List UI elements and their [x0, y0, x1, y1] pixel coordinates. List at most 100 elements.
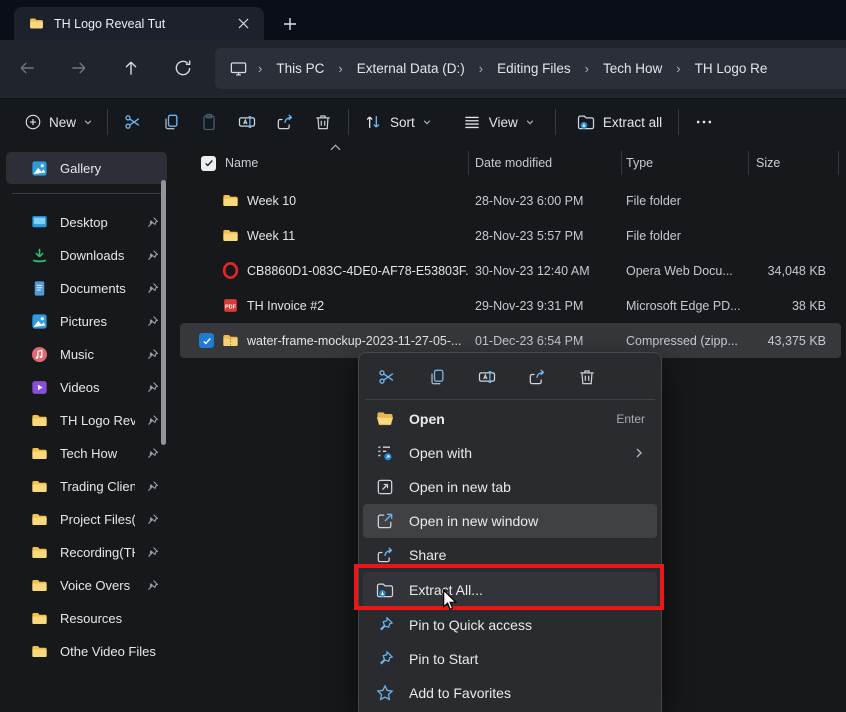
refresh-button[interactable] [168, 53, 198, 83]
file-type: Microsoft Edge PD... [621, 299, 748, 313]
menu-item-extract-all[interactable]: Extract All... [363, 572, 657, 608]
column-header-date[interactable]: Date modified [468, 156, 621, 170]
column-header-type[interactable]: Type [621, 156, 748, 170]
new-tab-button[interactable] [278, 12, 302, 36]
up-button[interactable] [116, 53, 146, 83]
sidebar-item-voice-overs[interactable]: Voice Overs [6, 569, 167, 601]
menu-item-open-in-new-tab[interactable]: Open in new tab [363, 470, 657, 504]
sidebar-item-recording[interactable]: Recording(TH) [6, 536, 167, 568]
pin-icon [146, 348, 159, 361]
sidebar-item-documents[interactable]: Documents [6, 272, 167, 304]
copy-icon[interactable] [152, 106, 190, 138]
command-toolbar: New Sort View Extract all [0, 99, 846, 146]
sidebar-item-music[interactable]: Music [6, 338, 167, 370]
row-checkbox-checked[interactable] [199, 333, 214, 348]
folder-icon [30, 510, 49, 529]
copy-icon[interactable] [423, 365, 451, 389]
navigation-bar: This PC External Data (D:) Editing Files… [0, 40, 846, 99]
sidebar-item-downloads[interactable]: Downloads [6, 239, 167, 271]
breadcrumb-separator [577, 61, 597, 76]
file-type: File folder [621, 229, 748, 243]
breadcrumb-editing-files[interactable]: Editing Files [491, 57, 577, 80]
sidebar-scrollbar[interactable] [161, 180, 166, 445]
breadcrumb-this-pc[interactable]: This PC [270, 57, 330, 80]
breadcrumb-external-data[interactable]: External Data (D:) [351, 57, 471, 80]
forward-button[interactable] [64, 53, 94, 83]
breadcrumb-tech-how[interactable]: Tech How [597, 57, 668, 80]
sidebar-item-resources[interactable]: Resources [6, 602, 167, 634]
menu-item-add-to-favorites[interactable]: Add to Favorites [363, 676, 657, 710]
menu-item-label: Pin to Quick access [409, 617, 645, 633]
sidebar-item-label: Music [60, 347, 135, 362]
breadcrumb-separator [668, 61, 688, 76]
file-row-opera-document[interactable]: CB8860D1-083C-4DE0-AF78-E53803F... 30-No… [175, 253, 846, 288]
breadcrumb-separator [471, 61, 491, 76]
pin-icon [146, 381, 159, 394]
sidebar-item-label: Resources [60, 611, 159, 626]
tab-close-icon[interactable] [232, 13, 254, 35]
file-name: Week 10 [247, 194, 296, 208]
sidebar-item-trading-client[interactable]: Trading Client [6, 470, 167, 502]
gallery-icon [30, 159, 49, 178]
select-all-checkbox[interactable] [201, 156, 216, 171]
folder-icon [30, 576, 49, 595]
pin-icon [146, 447, 159, 460]
sort-ascending-icon [330, 144, 341, 151]
pin-icon [146, 480, 159, 493]
menu-item-share[interactable]: Share [363, 538, 657, 572]
file-row-week-10[interactable]: Week 10 28-Nov-23 6:00 PM File folder [175, 183, 846, 218]
share-icon [375, 545, 395, 565]
address-bar[interactable]: This PC External Data (D:) Editing Files… [215, 48, 846, 89]
sidebar-item-label: Videos [60, 380, 135, 395]
pin-icon [146, 546, 159, 559]
menu-item-pin-to-quick-access[interactable]: Pin to Quick access [363, 608, 657, 642]
share-icon[interactable] [266, 106, 304, 138]
sidebar-item-gallery[interactable]: Gallery [6, 152, 167, 184]
breadcrumb-current-folder[interactable]: TH Logo Re [689, 57, 774, 80]
sidebar-item-videos[interactable]: Videos [6, 371, 167, 403]
new-button-label: New [49, 115, 76, 130]
sidebar-item-project-files[interactable]: Project Files(TH [6, 503, 167, 535]
delete-icon[interactable] [573, 365, 601, 389]
see-more-icon[interactable] [685, 106, 723, 138]
explorer-tab[interactable]: TH Logo Reveal Tut [14, 7, 264, 40]
new-button[interactable]: New [16, 107, 101, 137]
extract-all-button[interactable]: Extract all [568, 106, 670, 138]
sidebar-item-pictures[interactable]: Pictures [6, 305, 167, 337]
share-icon[interactable] [523, 365, 551, 389]
column-header-size[interactable]: Size [748, 156, 836, 170]
rename-icon[interactable] [473, 365, 501, 389]
sidebar-item-desktop[interactable]: Desktop [6, 206, 167, 238]
sidebar-item-tech-how[interactable]: Tech How [6, 437, 167, 469]
file-row-th-invoice[interactable]: PDF TH Invoice #2 29-Nov-23 9:31 PM Micr… [175, 288, 846, 323]
menu-item-label: Open [409, 411, 602, 427]
menu-item-open-in-new-window[interactable]: Open in new window [363, 504, 657, 538]
view-button[interactable]: View [454, 106, 543, 138]
cut-icon[interactable] [373, 365, 401, 389]
menu-item-open-with[interactable]: Open with [363, 436, 657, 470]
file-row-week-11[interactable]: Week 11 28-Nov-23 5:57 PM File folder [175, 218, 846, 253]
delete-icon[interactable] [304, 106, 342, 138]
folder-icon [30, 444, 49, 463]
sort-button[interactable]: Sort [355, 106, 440, 138]
menu-item-label: Extract All... [409, 582, 645, 598]
back-button[interactable] [12, 53, 42, 83]
menu-item-pin-to-start[interactable]: Pin to Start [363, 642, 657, 676]
zip-folder-icon [221, 331, 240, 350]
cut-icon[interactable] [114, 106, 152, 138]
sidebar-item-th-logo-reveal[interactable]: TH Logo Revea [6, 404, 167, 436]
view-button-label: View [489, 115, 518, 130]
column-header-name[interactable]: Name [225, 156, 258, 170]
sidebar-item-label: Othe Video Files [60, 644, 159, 659]
folder-icon [30, 543, 49, 562]
menu-item-open[interactable]: Open Enter [363, 402, 657, 436]
open-with-icon [375, 443, 395, 463]
folder-icon [221, 226, 240, 245]
paste-icon[interactable] [190, 106, 228, 138]
folder-icon [30, 411, 49, 430]
pin-icon [146, 282, 159, 295]
sidebar-item-label: Voice Overs [60, 578, 135, 593]
rename-icon[interactable] [228, 106, 266, 138]
file-name: CB8860D1-083C-4DE0-AF78-E53803F... [247, 264, 468, 278]
sidebar-item-other-video-files[interactable]: Othe Video Files [6, 635, 167, 667]
